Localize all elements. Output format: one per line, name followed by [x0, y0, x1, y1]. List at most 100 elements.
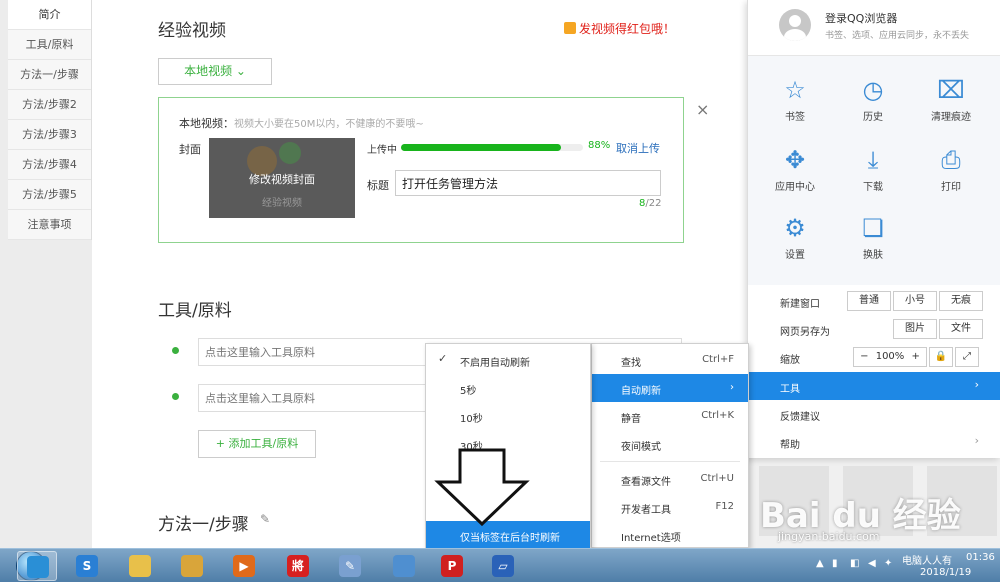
nav-item-step3[interactable]: 方法/步骤3 — [8, 120, 91, 150]
video-cover[interactable]: 修改视频封面 经验视频 — [209, 138, 355, 218]
fullscreen-icon[interactable]: ⤢ — [955, 347, 979, 367]
menu-item-label: 自动刷新 — [621, 386, 661, 397]
system-tray: ▲ ▮ ◧ ◀ ✦ 电脑人人有 01:36 2018/1/19 — [810, 549, 1000, 582]
tray-status-text: 电脑人人有 — [902, 556, 952, 567]
taskbar-app-paint[interactable]: ✎ — [330, 551, 370, 581]
printer-icon: ⎙ — [941, 146, 961, 174]
add-tool-button[interactable]: + 添加工具/原料 — [198, 430, 316, 458]
redpack-link[interactable]: 发视频得红包哦！ — [564, 20, 675, 37]
new-window-incognito-button[interactable]: 无痕 — [939, 291, 983, 311]
save-as-image-button[interactable]: 图片 — [893, 319, 937, 339]
folder-yellow-icon — [129, 555, 151, 577]
uploading-label: 上传中 — [367, 145, 397, 156]
sogou-icon: S — [76, 555, 98, 577]
nav-item-notes[interactable]: 注意事项 — [8, 210, 91, 240]
chess-icon: 將 — [287, 555, 309, 577]
taskbar-app-qq-browser[interactable] — [17, 551, 57, 581]
feedback-menu-item[interactable]: 反馈建议 — [748, 400, 1000, 428]
zoom-in-button[interactable]: + — [911, 351, 919, 362]
submenu-label: 5秒 — [460, 386, 477, 397]
grid-skin[interactable]: ❏ 换肤 — [834, 214, 912, 261]
menu-item-mute[interactable]: 静音 Ctrl+K — [592, 402, 748, 430]
taskbar-app-media-player[interactable]: ▶ — [224, 551, 264, 581]
save-as-file-button[interactable]: 文件 — [939, 319, 983, 339]
taskbar-app-explorer[interactable] — [172, 551, 212, 581]
tray-ime-icon[interactable]: ✦ — [884, 558, 892, 569]
menu-item-auto-refresh[interactable]: 自动刷新 › — [592, 374, 748, 402]
video-title-input[interactable] — [395, 170, 661, 196]
pencil-icon[interactable]: ✎ — [260, 512, 270, 526]
login-title[interactable]: 登录QQ浏览器 — [825, 10, 897, 26]
cancel-upload-link[interactable]: 取消上传 — [616, 140, 660, 156]
star-icon: ☆ — [784, 76, 806, 104]
upload-percent: 88% — [588, 140, 611, 151]
bullet-dot — [172, 347, 179, 354]
menu-item-shortcut: Ctrl+F — [702, 354, 734, 365]
menu-separator — [600, 461, 740, 462]
taskbar-app-psiphon[interactable]: P — [432, 551, 472, 581]
nav-item-step5[interactable]: 方法/步骤5 — [8, 180, 91, 210]
grid-app-center[interactable]: ✥ 应用中心 — [756, 146, 834, 193]
refresh-10s-option[interactable]: 10秒 — [426, 402, 590, 430]
refresh-off-option[interactable]: ✓ 不启用自动刷新 — [426, 346, 590, 374]
explorer-icon — [181, 555, 203, 577]
grid-clear-traces[interactable]: ⌧ 清理痕迹 — [912, 76, 990, 123]
local-video-hint: 视频大小要在50M以内，不健康的不要哦~ — [234, 119, 424, 130]
zoom-value: 100% — [875, 351, 905, 362]
new-window-normal-button[interactable]: 普通 — [847, 291, 891, 311]
taskbar-app-app-blue[interactable]: ▱ — [483, 551, 523, 581]
taskbar-app-chess[interactable]: 將 — [278, 551, 318, 581]
submenu-label: 仅当标签在后台时刷新 — [460, 533, 560, 544]
avatar[interactable] — [779, 9, 811, 41]
nav-item-tools[interactable]: 工具/原料 — [8, 30, 91, 60]
grid-history[interactable]: ◷ 历史 — [834, 76, 912, 123]
chevron-right-icon: › — [974, 378, 979, 391]
grid-bookmarks[interactable]: ☆ 书签 — [756, 76, 834, 123]
char-count-max: /22 — [645, 198, 662, 209]
tools-menu-item[interactable]: 工具 › — [748, 372, 1000, 400]
zoom-out-button[interactable]: − — [860, 351, 868, 362]
tray-network-icon[interactable]: ◧ — [850, 558, 859, 569]
menu-item-internet-options[interactable]: Internet选项 — [592, 521, 748, 549]
taskbar-app-sogou[interactable]: S — [67, 551, 107, 581]
nav-item-step4[interactable]: 方法/步骤4 — [8, 150, 91, 180]
close-icon[interactable]: × — [696, 100, 709, 119]
help-label: 帮助 — [780, 440, 800, 451]
grid-download[interactable]: ⤓ 下载 — [834, 146, 912, 193]
taskbar-app-folder-yellow[interactable] — [120, 551, 160, 581]
grid-label: 打印 — [941, 182, 961, 193]
zoom-control: − 100% + — [853, 347, 927, 367]
help-menu-item[interactable]: 帮助 › — [748, 428, 1000, 456]
nav-item-step1[interactable]: 方法一/步骤 — [8, 60, 91, 90]
clock-icon: ◷ — [862, 76, 884, 104]
taskbar-app-control-panel[interactable] — [384, 551, 424, 581]
upload-progress-bar — [401, 144, 583, 151]
local-video-button[interactable]: 本地视频 ⌄ — [158, 58, 272, 85]
grid-settings[interactable]: ⚙ 设置 — [756, 214, 834, 261]
grid-label: 应用中心 — [775, 182, 815, 193]
menu-item-label: Internet选项 — [621, 533, 681, 544]
clock-date[interactable]: 2018/1/19 — [920, 567, 971, 578]
menu-item-find[interactable]: 查找 Ctrl+F — [592, 346, 748, 374]
clock-time[interactable]: 01:36 — [966, 552, 995, 563]
tray-expand-icon[interactable]: ▲ — [816, 558, 824, 569]
browser-menu-panel: 登录QQ浏览器 书签、选项、应用云同步，永不丢失 ☆ 书签 ◷ 历史 ⌧ 清理痕迹 ✥… — [747, 0, 1000, 458]
menu-item-dev-tools[interactable]: 开发者工具 F12 — [592, 493, 748, 521]
nav-item-intro[interactable]: 简介 — [8, 0, 91, 30]
lock-icon[interactable]: 🔒 — [929, 347, 953, 367]
refresh-5s-option[interactable]: 5秒 — [426, 374, 590, 402]
tray-volume-icon[interactable]: ◀ — [868, 558, 876, 569]
new-window-row: 新建窗口 普通 小号 无痕 — [748, 287, 1000, 315]
zoom-label: 缩放 — [780, 355, 800, 366]
bullet-dot — [172, 393, 179, 400]
menu-item-view-source[interactable]: 查看源文件 Ctrl+U — [592, 465, 748, 493]
local-video-label: 本地视频：视频大小要在50M以内，不健康的不要哦~ — [179, 115, 424, 131]
menu-item-night-mode[interactable]: 夜间模式 — [592, 430, 748, 458]
media-player-icon: ▶ — [233, 555, 255, 577]
psiphon-icon: P — [441, 555, 463, 577]
tray-battery-icon[interactable]: ▮ — [832, 558, 838, 569]
new-window-small-button[interactable]: 小号 — [893, 291, 937, 311]
redpack-text: 发视频得红包哦！ — [579, 22, 676, 36]
nav-item-step2[interactable]: 方法/步骤2 — [8, 90, 91, 120]
grid-print[interactable]: ⎙ 打印 — [912, 146, 990, 193]
